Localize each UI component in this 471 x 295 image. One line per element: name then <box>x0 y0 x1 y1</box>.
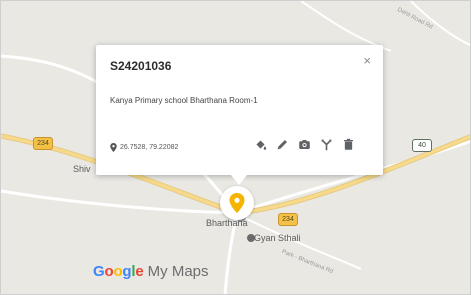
google-wordmark: Google <box>93 263 144 280</box>
delete-trash-icon[interactable] <box>342 138 355 151</box>
place-label-shiv: Shiv <box>73 164 91 174</box>
google-my-maps-logo: Google My Maps <box>93 263 209 280</box>
card-toolbar <box>254 138 355 151</box>
location-pin-icon <box>110 143 117 152</box>
road <box>300 1 392 52</box>
map-view[interactable]: 234 234 40 Shiv Bharthana Gyan Sthali De… <box>0 0 471 295</box>
route-shield-center: 234 <box>278 213 298 226</box>
marker-description: Kanya Primary school Bharthana Room-1 <box>110 96 258 105</box>
route-shield-left: 234 <box>33 137 53 150</box>
route-shield-right: 40 <box>412 139 432 152</box>
camera-icon[interactable] <box>298 138 311 151</box>
map-pin-icon <box>229 193 245 213</box>
google-letter: G <box>93 263 105 280</box>
edit-pencil-icon[interactable] <box>276 138 289 151</box>
close-button[interactable]: × <box>363 53 371 68</box>
my-maps-label: My Maps <box>147 263 209 280</box>
selected-marker[interactable] <box>220 186 254 220</box>
coordinates-row: 26.7528, 79.22082 <box>110 143 178 152</box>
google-letter: e <box>135 263 144 280</box>
place-label-gyan-sthali: Gyan Sthali <box>254 233 301 243</box>
coordinates-text: 26.7528, 79.22082 <box>120 144 179 151</box>
paint-bucket-icon[interactable] <box>254 138 267 151</box>
marker-title: S24201036 <box>110 59 172 73</box>
directions-icon[interactable] <box>320 138 333 151</box>
marker-info-card: S24201036 × Kanya Primary school Bhartha… <box>96 45 383 185</box>
